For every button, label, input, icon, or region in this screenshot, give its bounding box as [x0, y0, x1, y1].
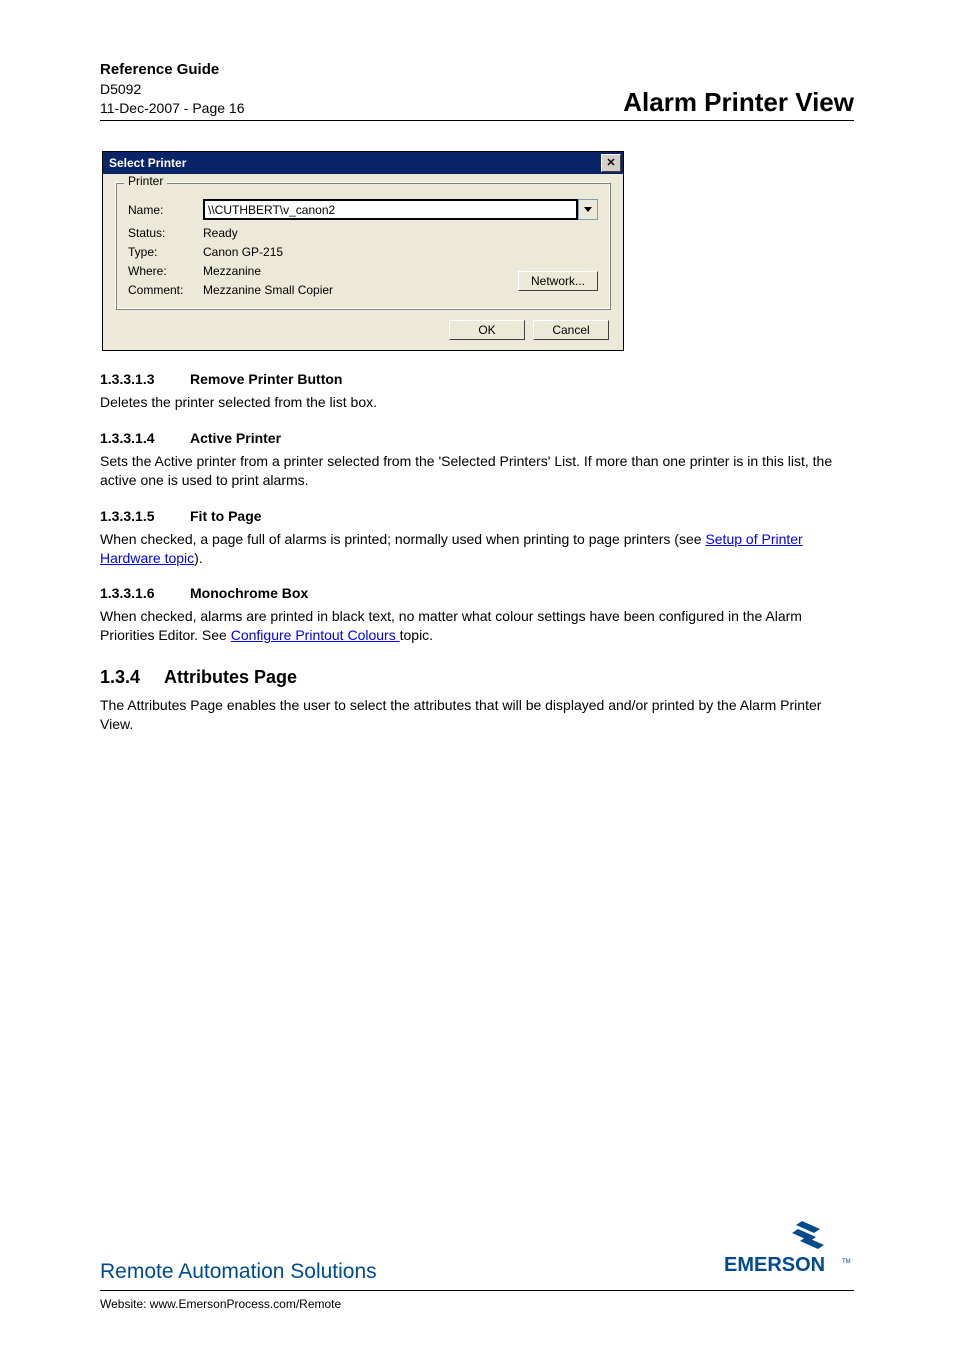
page-footer: Remote Automation Solutions EMERSON TM W…: [100, 1219, 854, 1311]
emerson-logo: EMERSON TM: [724, 1219, 854, 1284]
footer-brand: Remote Automation Solutions: [100, 1260, 377, 1284]
footer-website: Website: www.EmersonProcess.com/Remote: [100, 1297, 854, 1311]
paragraph: Sets the Active printer from a printer s…: [100, 452, 854, 490]
fieldset-legend: Printer: [124, 174, 167, 188]
heading-fit-to-page: 1.3.3.1.5Fit to Page: [100, 508, 854, 524]
svg-text:TM: TM: [842, 1259, 851, 1265]
doc-title: Reference Guide: [100, 60, 245, 80]
section-title: Alarm Printer View: [623, 87, 854, 118]
type-value: Canon GP-215: [203, 245, 518, 259]
comment-label: Comment:: [128, 283, 203, 297]
paragraph: Deletes the printer selected from the li…: [100, 393, 854, 412]
doc-date-page: 11-Dec-2007 - Page 16: [100, 99, 245, 118]
dropdown-arrow-icon[interactable]: [578, 199, 598, 220]
paragraph: When checked, a page full of alarms is p…: [100, 530, 854, 568]
printer-name-combobox[interactable]: [203, 199, 598, 220]
svg-text:EMERSON: EMERSON: [724, 1254, 825, 1276]
select-printer-dialog-screenshot: Select Printer ✕ Printer Name:: [102, 151, 854, 351]
heading-active-printer: 1.3.3.1.4Active Printer: [100, 430, 854, 446]
printer-fieldset: Printer Name: Status: Ready: [115, 182, 611, 310]
status-value: Ready: [203, 226, 518, 240]
page-header: Reference Guide D5092 11-Dec-2007 - Page…: [100, 60, 854, 121]
ok-button[interactable]: OK: [449, 320, 525, 340]
type-label: Type:: [128, 245, 203, 259]
network-button[interactable]: Network...: [518, 271, 598, 291]
name-label: Name:: [128, 203, 203, 217]
heading-attributes-page: 1.3.4Attributes Page: [100, 667, 854, 688]
printer-name-input[interactable]: [203, 199, 578, 220]
heading-monochrome-box: 1.3.3.1.6Monochrome Box: [100, 585, 854, 601]
status-label: Status:: [128, 226, 203, 240]
doc-number: D5092: [100, 80, 245, 99]
where-label: Where:: [128, 264, 203, 278]
comment-value: Mezzanine Small Copier: [203, 283, 518, 297]
paragraph: The Attributes Page enables the user to …: [100, 696, 854, 734]
where-value: Mezzanine: [203, 264, 518, 278]
cancel-button[interactable]: Cancel: [533, 320, 609, 340]
dialog-titlebar: Select Printer ✕: [103, 152, 623, 174]
link-configure-printout-colours[interactable]: Configure Printout Colours: [231, 627, 400, 643]
dialog-title: Select Printer: [109, 156, 186, 170]
heading-remove-printer: 1.3.3.1.3Remove Printer Button: [100, 371, 854, 387]
close-icon[interactable]: ✕: [601, 154, 621, 172]
paragraph: When checked, alarms are printed in blac…: [100, 607, 854, 645]
